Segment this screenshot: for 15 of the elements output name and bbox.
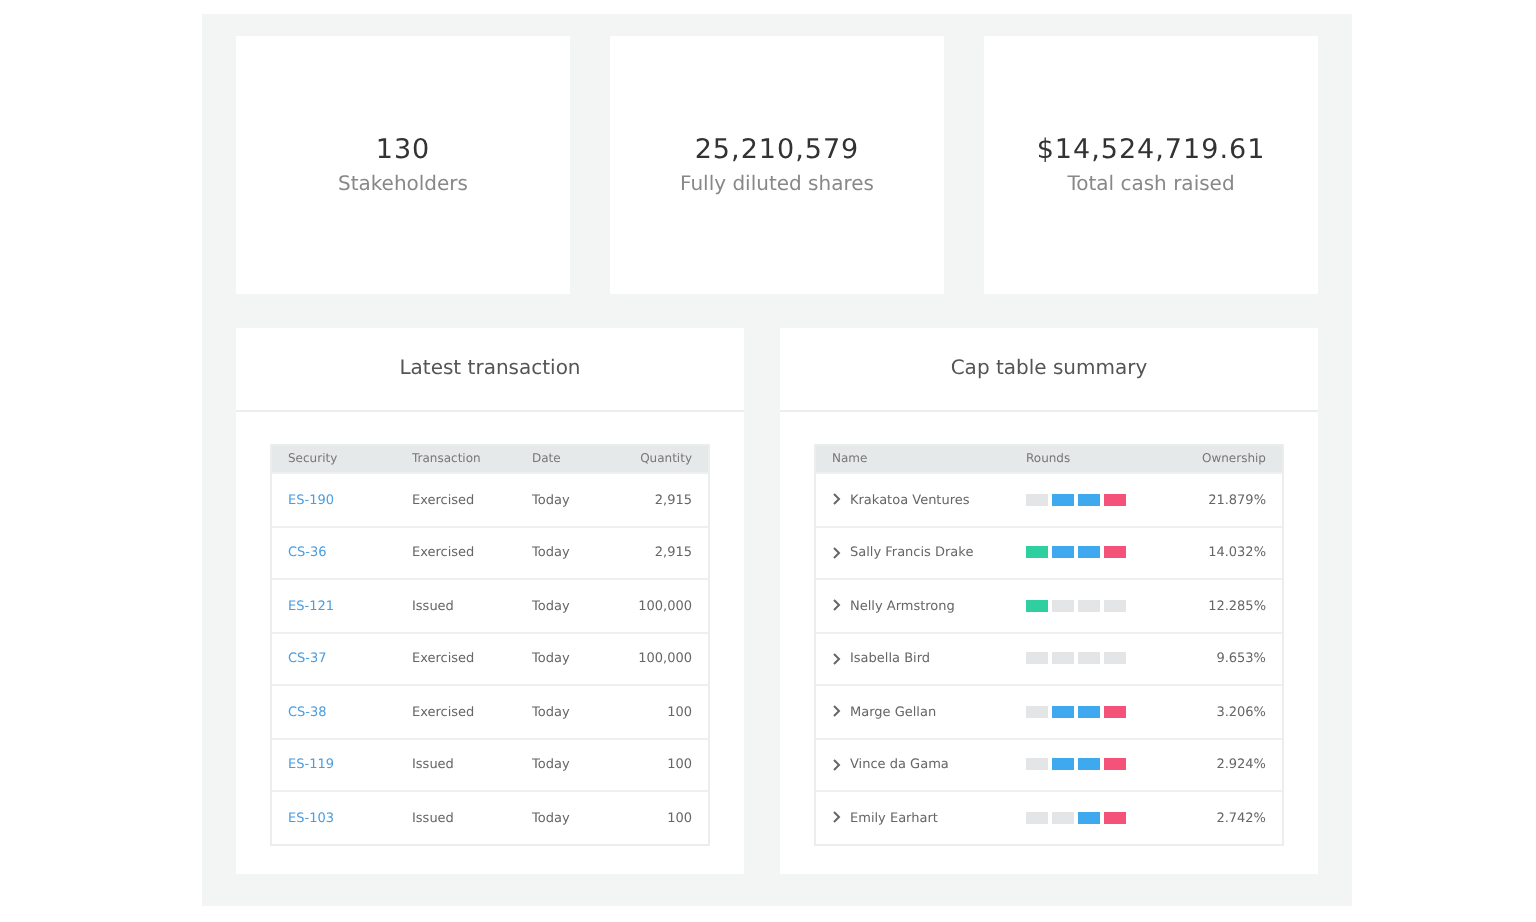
stat-value: 130 [375,134,431,166]
chevron-icon[interactable] [832,545,842,560]
stat-label: Fully diluted shares [680,174,874,196]
chevron-icon[interactable] [832,757,842,772]
card-title: Latest transaction [399,358,581,380]
stat-value: 25,210,579 [694,134,860,166]
chevron-icon[interactable] [832,598,842,613]
stat-value: $14,524,719.61 [1036,134,1266,166]
stat-label: Stakeholders [337,174,469,196]
chevron-icon[interactable] [832,492,842,507]
stat-label: Total cash raised [1067,174,1235,196]
card-title: Cap table summary [950,358,1148,380]
chevron-icon[interactable] [832,704,842,719]
chevron-icon[interactable] [832,651,842,666]
chevron-icon[interactable] [832,810,842,825]
